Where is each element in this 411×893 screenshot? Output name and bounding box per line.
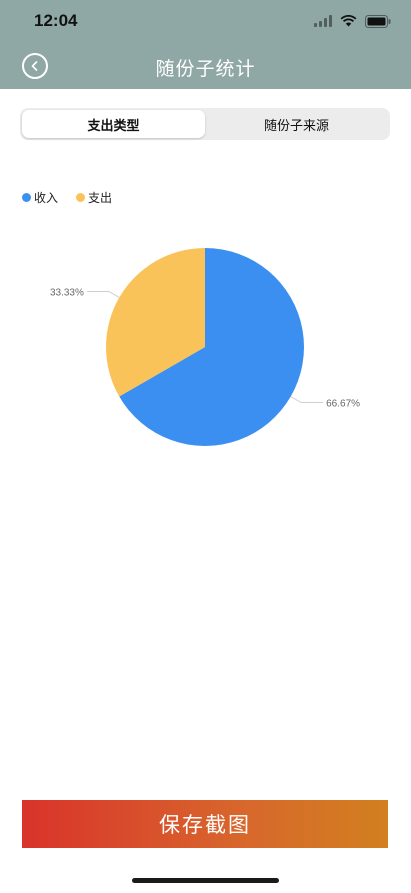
header: 12:04 随份子统计 [0, 0, 411, 89]
legend-swatch-income [22, 193, 31, 202]
pie-chart: 66.67% 33.33% [50, 248, 360, 446]
tab-expense-type[interactable]: 支出类型 [22, 110, 205, 138]
status-time: 12:04 [34, 11, 78, 30]
screen: 12:04 随份子统计 支出类型 随份子来源 收入 支出 66.67% 33.3… [0, 0, 411, 893]
signal-icon [314, 15, 332, 27]
pie-data-label: 33.33% [50, 287, 84, 298]
tab-gift-source[interactable]: 随份子来源 [205, 110, 388, 138]
legend-swatch-expense [76, 193, 86, 202]
pie-data-label: 66.67% [326, 399, 360, 410]
home-indicator [132, 878, 279, 883]
chart-legend: 收入 支出 [22, 189, 112, 206]
pie-leader-line [86, 290, 120, 298]
legend-label-income: 收入 [34, 191, 59, 205]
wifi-icon [340, 15, 357, 27]
page-title: 随份子统计 [155, 58, 256, 80]
save-screenshot-button[interactable]: 保存截图 [22, 800, 388, 848]
legend-label-expense: 支出 [88, 191, 113, 205]
segmented-control: 支出类型 随份子来源 [20, 108, 390, 140]
legend-item-income[interactable]: 收入 [22, 189, 58, 206]
battery-icon [365, 14, 391, 28]
legend-item-expense[interactable]: 支出 [76, 189, 112, 206]
pie-leader-line [290, 396, 324, 404]
status-icons [314, 13, 391, 29]
